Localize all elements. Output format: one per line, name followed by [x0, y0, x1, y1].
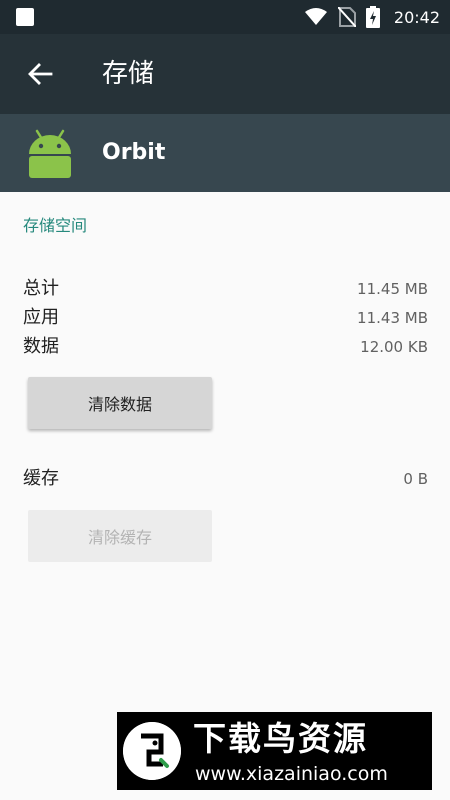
no-sim-icon [337, 7, 356, 27]
status-time: 20:42 [393, 7, 440, 27]
clear-data-button[interactable]: 清除数据 [28, 377, 212, 429]
storage-row-value: 11.43 MB [357, 309, 428, 327]
android-icon [29, 129, 71, 178]
storage-row-value: 12.00 KB [360, 338, 428, 356]
storage-row-value: 11.45 MB [357, 280, 428, 298]
watermark-banner: 下载鸟资源 www.xiazainiao.com [117, 712, 432, 790]
watermark-url: www.xiazainiao.com [195, 763, 388, 785]
app-header: Orbit [0, 114, 450, 192]
status-bar: 20:42 [0, 0, 450, 34]
app-storage-screen: 20:42 存储 Orbit 存储空间 总计 11.45 MB 应用 11.43… [0, 0, 450, 800]
storage-section-title: 存储空间 [23, 216, 88, 235]
storage-row-data: 数据 12.00 KB [23, 334, 428, 360]
storage-row-label: 应用 [23, 307, 59, 328]
wifi-icon [304, 8, 327, 25]
status-icons: 20:42 [304, 0, 440, 34]
arrow-back-icon [28, 63, 53, 85]
notification-square-icon [16, 8, 34, 26]
cache-label: 缓存 [23, 468, 59, 489]
storage-row-label: 总计 [23, 278, 59, 299]
cache-row: 缓存 0 B [23, 466, 428, 492]
watermark-title: 下载鸟资源 [193, 719, 368, 758]
clear-cache-button: 清除缓存 [28, 510, 212, 562]
battery-charging-icon [365, 6, 380, 28]
page-title: 存储 [102, 59, 155, 89]
toolbar: 存储 [0, 34, 450, 114]
app-name: Orbit [102, 140, 166, 165]
storage-row-label: 数据 [23, 336, 59, 357]
storage-row-app: 应用 11.43 MB [23, 305, 428, 331]
bird-logo-icon [123, 722, 181, 780]
cache-value: 0 B [403, 470, 428, 488]
back-button[interactable] [20, 54, 60, 94]
storage-row-total: 总计 11.45 MB [23, 276, 428, 302]
